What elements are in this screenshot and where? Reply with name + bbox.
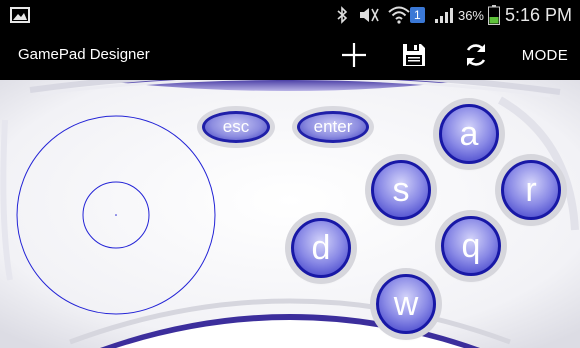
refresh-button[interactable] bbox=[459, 30, 493, 80]
analog-joystick[interactable] bbox=[16, 115, 216, 315]
app-title: GamePad Designer bbox=[18, 46, 150, 63]
signal-icon bbox=[434, 0, 454, 30]
sim-badge: 1 bbox=[410, 0, 425, 30]
add-button[interactable] bbox=[337, 30, 371, 80]
battery-icon bbox=[488, 0, 500, 30]
key-s[interactable]: s bbox=[371, 160, 431, 220]
key-a[interactable]: a bbox=[439, 104, 499, 164]
bluetooth-icon bbox=[336, 0, 348, 30]
gallery-notification-icon bbox=[10, 0, 30, 30]
clock: 5:16 PM bbox=[504, 4, 572, 25]
floppy-disk-icon bbox=[403, 44, 425, 66]
mute-icon bbox=[358, 0, 380, 30]
key-esc[interactable]: esc bbox=[202, 111, 270, 143]
action-bar: GamePad Designer MODE bbox=[0, 30, 580, 80]
key-q[interactable]: q bbox=[441, 216, 501, 276]
save-button[interactable] bbox=[397, 30, 431, 80]
wifi-icon bbox=[388, 0, 410, 30]
status-bar: 1 36% 5:16 PM bbox=[0, 0, 580, 30]
gamepad-canvas: esc enter a s r d q w bbox=[0, 80, 580, 348]
key-d[interactable]: d bbox=[291, 218, 351, 278]
key-enter[interactable]: enter bbox=[297, 111, 369, 143]
refresh-icon bbox=[466, 44, 486, 66]
battery-percent: 36% bbox=[457, 7, 484, 23]
key-r[interactable]: r bbox=[501, 160, 561, 220]
plus-icon bbox=[342, 43, 366, 67]
mode-button[interactable]: MODE bbox=[522, 30, 568, 80]
key-w[interactable]: w bbox=[376, 274, 436, 334]
